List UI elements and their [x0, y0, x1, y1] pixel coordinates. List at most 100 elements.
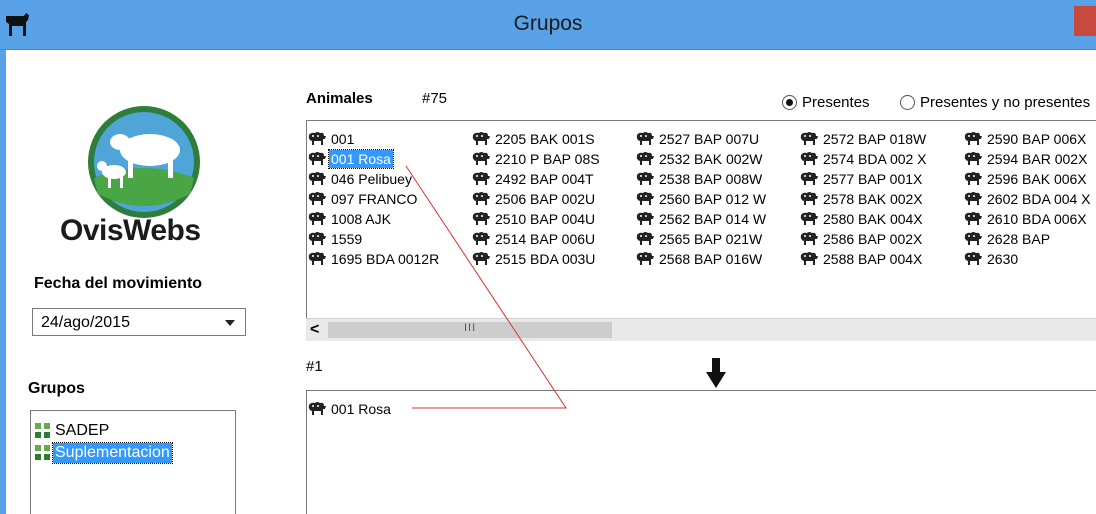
- ovis-logo: [88, 106, 200, 218]
- animal-item[interactable]: 2586 BAP 002X: [799, 229, 924, 249]
- radio-presentes-no-presentes[interactable]: Presentes y no presentes: [900, 92, 1090, 112]
- target-animals-list[interactable]: 001 Rosa: [306, 390, 1096, 514]
- animal-item[interactable]: 2560 BAP 012 W: [635, 189, 768, 209]
- animal-label: 2594 BAR 002X: [987, 151, 1088, 167]
- sheep-icon: [635, 251, 655, 267]
- grupos-label: Grupos: [28, 380, 85, 397]
- group-item-sadep[interactable]: SADEP: [35, 421, 111, 441]
- animal-item[interactable]: 097 FRANCO: [307, 189, 419, 209]
- animal-label: 046 Pelibuey: [331, 171, 412, 187]
- animal-item[interactable]: 046 Pelibuey: [307, 169, 414, 189]
- animal-item[interactable]: 2596 BAK 006X: [963, 169, 1089, 189]
- animal-item[interactable]: 2588 BAP 004X: [799, 249, 924, 269]
- animal-label: 2577 BAP 001X: [823, 171, 923, 187]
- animal-item[interactable]: 2602 BDA 004 X: [963, 189, 1093, 209]
- animal-label: 2527 BAP 007U: [659, 131, 760, 147]
- animal-item[interactable]: 2577 BAP 001X: [799, 169, 924, 189]
- sheep-icon: [471, 131, 491, 147]
- animal-item[interactable]: 1559: [307, 229, 364, 249]
- animal-label: 097 FRANCO: [331, 191, 418, 207]
- groups-list[interactable]: SADEP Suplementacion: [30, 410, 236, 514]
- animal-item[interactable]: 2532 BAK 002W: [635, 149, 765, 169]
- animal-label: 2532 BAK 002W: [659, 151, 763, 167]
- animal-item[interactable]: 2572 BAP 018W: [799, 129, 928, 149]
- animal-label: 2590 BAP 006X: [987, 131, 1087, 147]
- sheep-icon: [963, 231, 983, 247]
- sheep-icon: [635, 151, 655, 167]
- sheep-icon: [963, 131, 983, 147]
- animal-item[interactable]: 2210 P BAP 08S: [471, 149, 602, 169]
- animal-item[interactable]: 001: [307, 129, 356, 149]
- sheep-icon: [799, 131, 819, 147]
- group-label: Suplementacion: [52, 442, 173, 464]
- animal-item[interactable]: 1008 AJK: [307, 209, 393, 229]
- sheep-icon: [307, 171, 327, 187]
- animal-label: 2562 BAP 014 W: [659, 211, 767, 227]
- radio-presentes[interactable]: Presentes: [782, 92, 870, 112]
- sheep-icon: [635, 231, 655, 247]
- sheep-icon: [799, 231, 819, 247]
- animal-item[interactable]: 2590 BAP 006X: [963, 129, 1088, 149]
- sheep-icon: [799, 171, 819, 187]
- animal-item[interactable]: 2574 BDA 002 X: [799, 149, 929, 169]
- animal-label: 2568 BAP 016W: [659, 251, 763, 267]
- close-button[interactable]: [1074, 6, 1096, 36]
- chevron-down-icon[interactable]: [225, 320, 235, 326]
- animal-item[interactable]: 2630: [963, 249, 1020, 269]
- radio-presentes-label: Presentes: [802, 93, 870, 111]
- title-bar: Grupos: [0, 0, 1096, 50]
- horizontal-scrollbar[interactable]: < III: [306, 318, 1096, 341]
- animal-item[interactable]: 2578 BAK 002X: [799, 189, 925, 209]
- animal-label: 2492 BAP 004T: [495, 171, 594, 187]
- animal-item[interactable]: 2538 BAP 008W: [635, 169, 764, 189]
- sheep-icon: [963, 191, 983, 207]
- fecha-label: Fecha del movimiento: [34, 275, 203, 292]
- sheep-icon: [307, 251, 327, 267]
- sheep-icon: [799, 251, 819, 267]
- animal-item[interactable]: 2562 BAP 014 W: [635, 209, 768, 229]
- sheep-icon: [635, 191, 655, 207]
- sheep-icon: [963, 171, 983, 187]
- sheep-icon: [635, 211, 655, 227]
- animal-item[interactable]: 2628 BAP: [963, 229, 1052, 249]
- animal-item[interactable]: 2580 BAK 004X: [799, 209, 925, 229]
- radio-button-checked[interactable]: [782, 94, 797, 110]
- animal-item[interactable]: 001 Rosa: [307, 149, 394, 169]
- sheep-icon: [471, 171, 491, 187]
- animal-item[interactable]: 1695 BDA 0012R: [307, 249, 441, 269]
- animal-label: 2514 BAP 006U: [495, 231, 596, 247]
- animal-item[interactable]: 2565 BAP 021W: [635, 229, 764, 249]
- animal-label: 2580 BAK 004X: [823, 211, 923, 227]
- target-animal-item[interactable]: 001 Rosa: [307, 399, 393, 419]
- animal-label: 2588 BAP 004X: [823, 251, 923, 267]
- sheep-icon: [471, 151, 491, 167]
- date-picker[interactable]: 24/ago/2015: [32, 308, 246, 336]
- animal-item[interactable]: 2506 BAP 002U: [471, 189, 597, 209]
- animal-label: 2565 BAP 021W: [659, 231, 763, 247]
- group-item-suplementacion[interactable]: Suplementacion: [35, 442, 173, 464]
- animal-label: 2506 BAP 002U: [495, 191, 596, 207]
- scroll-thumb[interactable]: III: [328, 322, 612, 338]
- animal-item[interactable]: 2514 BAP 006U: [471, 229, 597, 249]
- animal-item[interactable]: 2492 BAP 004T: [471, 169, 596, 189]
- animal-item[interactable]: 2568 BAP 016W: [635, 249, 764, 269]
- animal-label: 1008 AJK: [331, 211, 391, 227]
- animal-item[interactable]: 2510 BAP 004U: [471, 209, 597, 229]
- sheep-icon: [307, 131, 327, 147]
- sheep-icon: [307, 231, 327, 247]
- animal-item[interactable]: 2527 BAP 007U: [635, 129, 761, 149]
- animal-label: 2628 BAP: [987, 231, 1051, 247]
- animal-item[interactable]: 2594 BAR 002X: [963, 149, 1089, 169]
- animal-label: 2586 BAP 002X: [823, 231, 923, 247]
- animal-label: 2572 BAP 018W: [823, 131, 927, 147]
- animal-label: 1559: [331, 231, 363, 247]
- animal-item[interactable]: 2610 BDA 006X: [963, 209, 1089, 229]
- animal-item[interactable]: 2515 BDA 003U: [471, 249, 597, 269]
- sheep-icon: [471, 191, 491, 207]
- arrow-down-icon: [706, 358, 726, 388]
- animal-item[interactable]: 2205 BAK 001S: [471, 129, 597, 149]
- sheep-icon: [307, 191, 327, 207]
- animals-list[interactable]: 001 001 Rosa 046 Pelibuey 097 FRANCO 1008 AJ…: [306, 120, 1096, 340]
- radio-button-unchecked[interactable]: [900, 94, 915, 110]
- scroll-left-icon[interactable]: <: [310, 321, 319, 339]
